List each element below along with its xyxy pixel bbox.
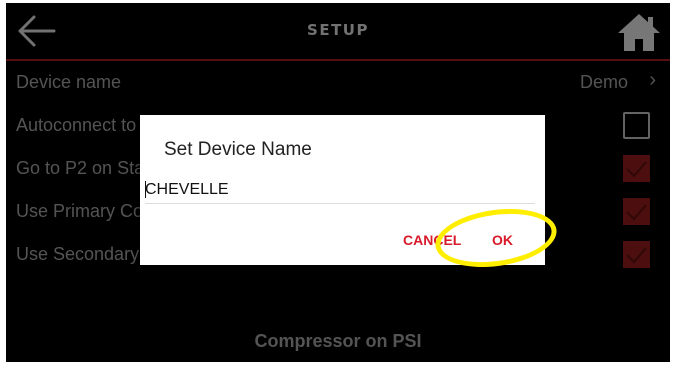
setup-screen: SETUP Device name Demo › Autoconnect to … bbox=[6, 3, 670, 362]
device-name-input[interactable] bbox=[145, 179, 535, 201]
dialog-title: Set Device Name bbox=[164, 139, 312, 160]
text-caret bbox=[145, 181, 146, 198]
input-underline bbox=[145, 203, 535, 204]
